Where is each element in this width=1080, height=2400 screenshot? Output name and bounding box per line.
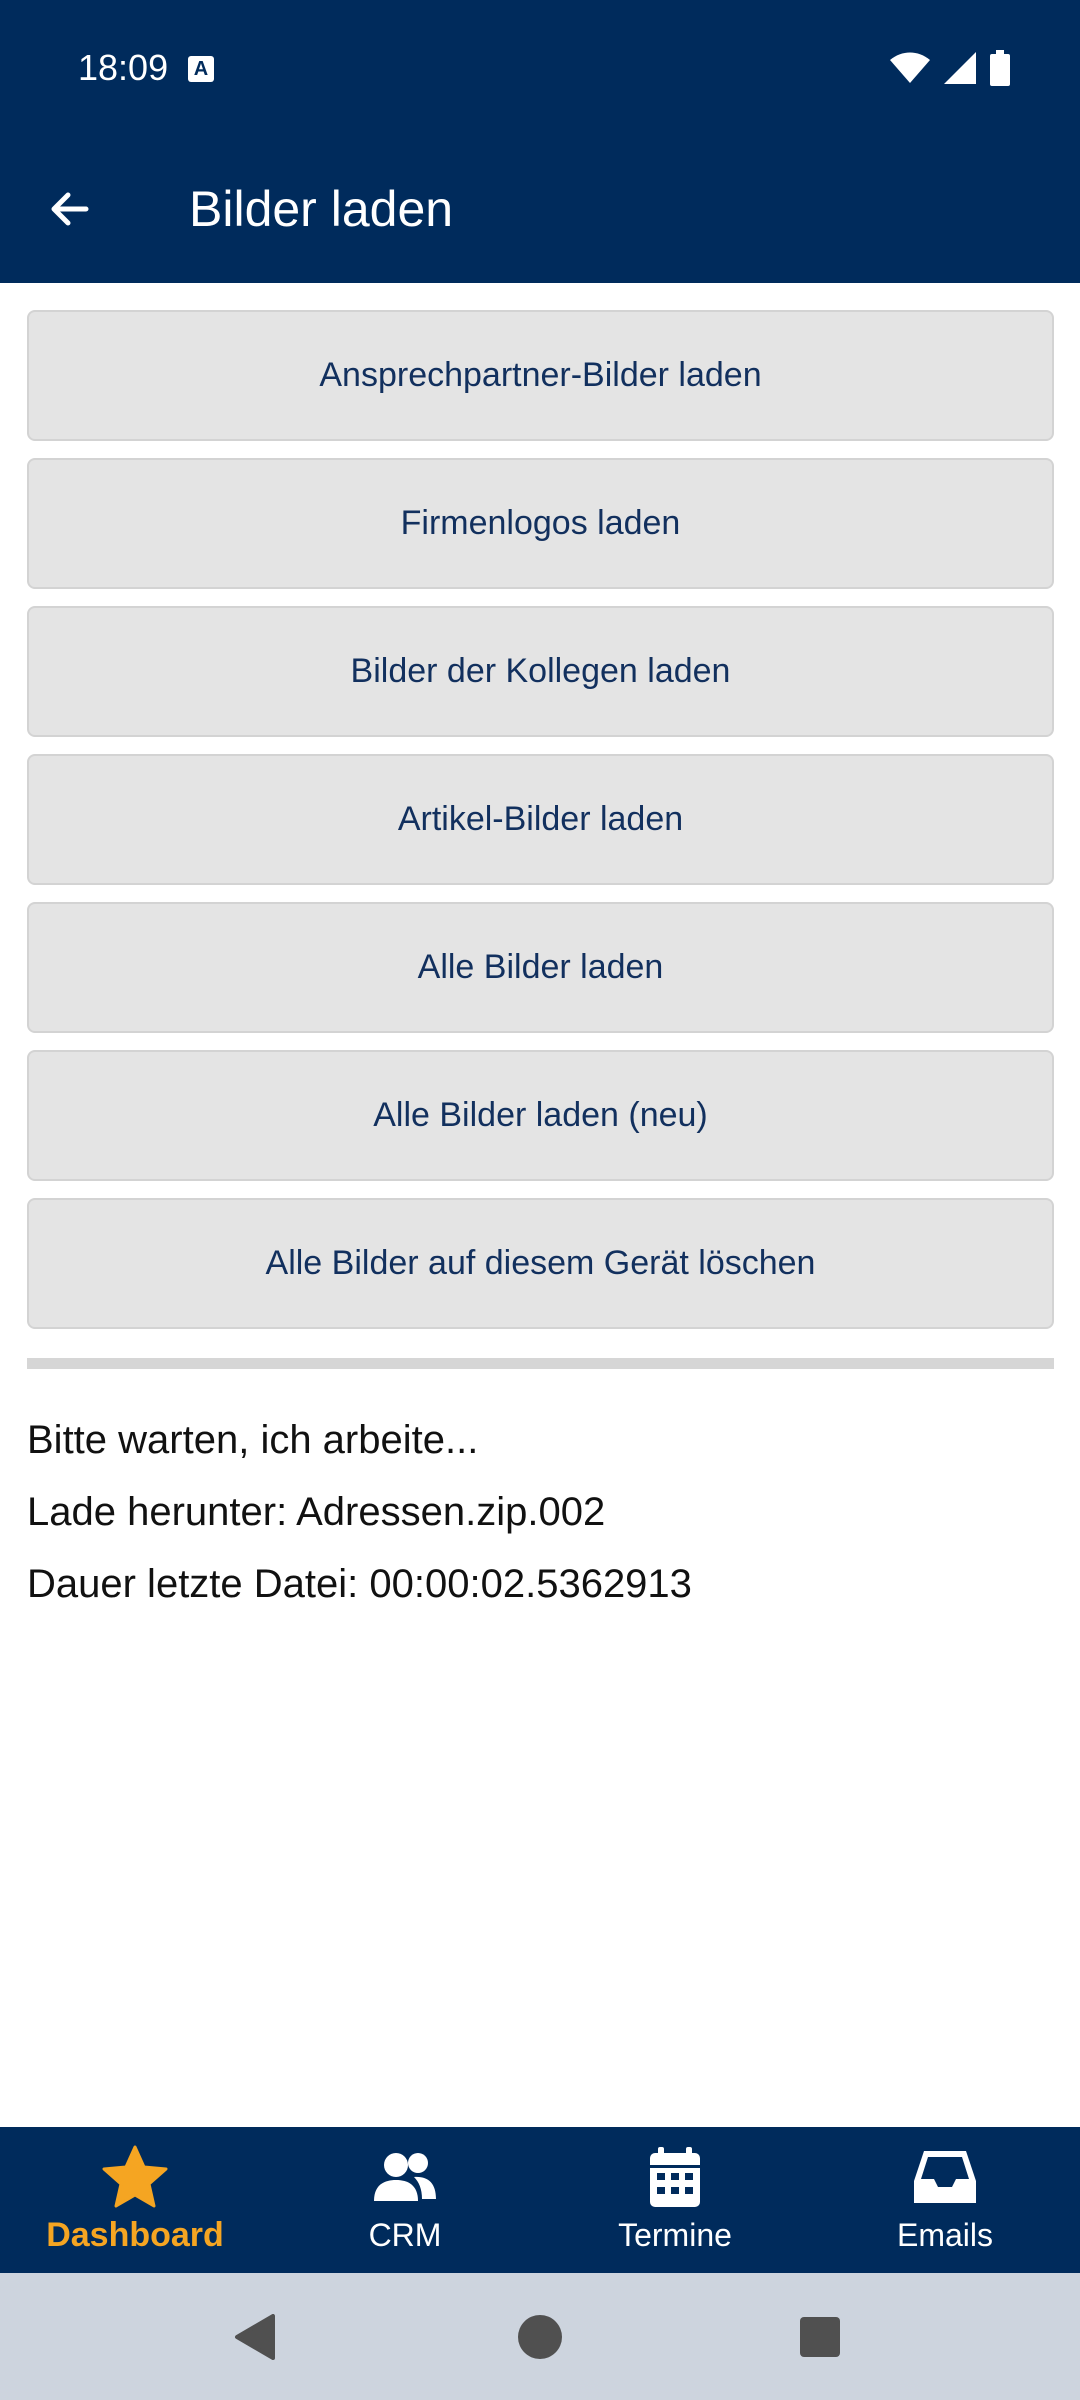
triangle-back-icon [235,2314,275,2360]
nav-item-emails[interactable]: Emails [810,2127,1080,2273]
square-recents-icon [800,2317,840,2357]
nav-label-termine: Termine [618,2217,732,2253]
status-icons [890,50,1010,86]
nav-item-crm[interactable]: CRM [270,2127,540,2273]
button-list: Ansprechpartner-Bilder laden Firmenlogos… [27,310,1054,1346]
bottom-nav: Dashboard CRM Termine Emails [0,2127,1080,2273]
status-duration-text: Dauer letzte Datei: 00:00:02.5362913 [27,1562,692,1606]
calendar-icon [650,2147,700,2207]
system-nav-bar [0,2273,1080,2400]
wifi-icon [890,52,930,83]
nav-label-crm: CRM [368,2217,442,2253]
load-company-logos-button[interactable]: Firmenlogos laden [27,458,1054,589]
system-recents-button[interactable] [788,2305,852,2369]
people-icon [374,2153,436,2201]
signal-icon [944,52,976,84]
progress-divider [27,1358,1054,1369]
nav-label-emails: Emails [896,2217,993,2253]
nav-label-dashboard: Dashboard [46,2216,224,2254]
arrow-left-icon [51,192,89,226]
load-all-images-new-button[interactable]: Alle Bilder laden (neu) [27,1050,1054,1181]
load-contact-images-button[interactable]: Ansprechpartner-Bilder laden [27,310,1054,441]
nav-item-dashboard[interactable]: Dashboard [0,2127,270,2273]
back-button[interactable] [30,169,110,249]
status-download-text: Lade herunter: Adressen.zip.002 [27,1490,606,1534]
page-title: Bilder laden [189,181,454,237]
load-article-images-button[interactable]: Artikel-Bilder laden [27,754,1054,885]
load-all-images-button[interactable]: Alle Bilder laden [27,902,1054,1033]
star-icon [102,2145,168,2208]
a-box-icon: A [188,56,214,82]
status-wait-text: Bitte warten, ich arbeite... [27,1418,479,1462]
load-colleague-images-button[interactable]: Bilder der Kollegen laden [27,606,1054,737]
system-back-button[interactable] [224,2305,288,2369]
inbox-icon [914,2151,976,2203]
status-lines: Bitte warten, ich arbeite... Lade herunt… [27,1404,692,1620]
system-home-button[interactable] [508,2305,572,2369]
nav-item-termine[interactable]: Termine [540,2127,810,2273]
screen: 18:09 A Bilder laden Ansprechpartner-Bil… [0,0,1080,2400]
app-bar: Bilder laden [0,135,1080,283]
battery-icon [990,50,1010,86]
circle-home-icon [518,2315,562,2359]
status-bar: 18:09 A [0,0,1080,135]
delete-all-images-button[interactable]: Alle Bilder auf diesem Gerät löschen [27,1198,1054,1329]
status-time: 18:09 [78,47,169,88]
